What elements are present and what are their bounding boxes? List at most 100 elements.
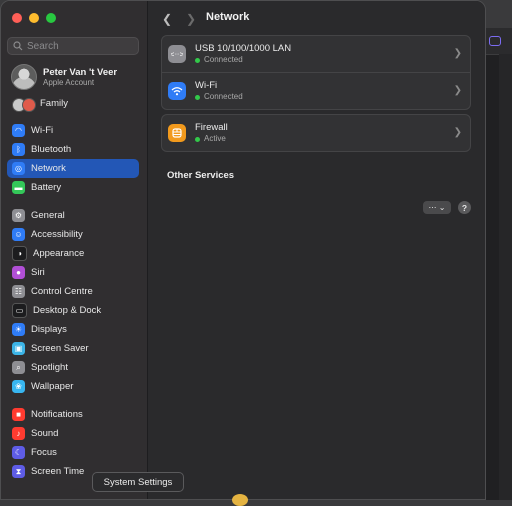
back-button[interactable]: ❮: [162, 12, 172, 26]
gear-icon: ⚙: [12, 209, 25, 222]
battery-icon: ▬: [12, 181, 25, 194]
account-item[interactable]: Peter Van 't Veer Apple Account: [11, 64, 117, 90]
sidebar-item-label: Wi-Fi: [31, 125, 54, 136]
family-icon: [12, 97, 38, 112]
sidebar-item-label: Screen Time: [31, 466, 85, 477]
main-content: ❮ ❯ Network <··> USB 10/100/1000 LAN Con…: [148, 1, 485, 499]
toolbar: ❮ ❯ Network: [148, 1, 485, 35]
sidebar-item-appearance[interactable]: ◑ Appearance: [7, 244, 139, 263]
dock-tooltip: System Settings: [92, 472, 184, 492]
sidebar-item-label: Spotlight: [31, 362, 68, 373]
sidebar-item-network[interactable]: ◎ Network: [7, 159, 139, 178]
sidebar-item-notifications[interactable]: ■ Notifications: [7, 405, 139, 424]
zoom-button[interactable]: [46, 13, 56, 23]
sidebar-item-wallpaper[interactable]: ❀ Wallpaper: [7, 377, 139, 396]
firewall-name: Firewall: [195, 122, 228, 133]
sidebar-item-desktop-dock[interactable]: ▭ Desktop & Dock: [7, 301, 139, 320]
window-controls: [12, 13, 56, 23]
spotlight-icon: ⌕: [12, 361, 25, 374]
sidebar-item-label: Appearance: [33, 248, 85, 259]
status-text: Active: [204, 134, 226, 143]
accessibility-icon: ☺: [12, 228, 25, 241]
screen-time-icon: ⧗: [12, 465, 25, 478]
service-name: USB 10/100/1000 LAN: [195, 43, 292, 54]
sidebar-item-label: Accessibility: [31, 229, 83, 240]
sidebar-item-label: Network: [31, 163, 66, 174]
sidebar-item-label: Siri: [31, 267, 45, 278]
help-button[interactable]: ?: [458, 201, 471, 214]
sidebar-item-label: Control Centre: [31, 286, 93, 297]
more-options-button[interactable]: ⋯ ⌄: [423, 201, 451, 214]
search-input[interactable]: [27, 40, 127, 52]
page-title: Network: [206, 11, 250, 23]
sidebar-item-wi-fi[interactable]: ◠ Wi-Fi: [7, 121, 139, 140]
globe-icon: ◎: [12, 162, 25, 175]
sidebar-item-label: Sound: [31, 428, 59, 439]
network-services-card: <··> USB 10/100/1000 LAN Connected ❯: [161, 35, 471, 110]
other-services-heading: Other Services: [167, 170, 235, 181]
account-subtitle: Apple Account: [43, 77, 95, 87]
forward-button[interactable]: ❯: [186, 12, 196, 26]
bluetooth-icon: ᛒ: [12, 143, 25, 156]
system-settings-dock-icon[interactable]: [232, 494, 248, 506]
sidebar-item-bluetooth[interactable]: ᛒ Bluetooth: [7, 140, 139, 159]
sidebar-item-label: Notifications: [31, 409, 83, 420]
sidebar-item-label: General: [31, 210, 65, 221]
sidebar-item-focus[interactable]: ☾ Focus: [7, 443, 139, 462]
sidebar-item-screen-saver[interactable]: ▣ Screen Saver: [7, 339, 139, 358]
sidebar-item-control-centre[interactable]: ☷ Control Centre: [7, 282, 139, 301]
service-status: Connected: [195, 92, 243, 102]
status-dot: [195, 57, 200, 63]
firewall-card: Firewall Active ❯: [161, 114, 471, 152]
status-dot: [195, 136, 200, 142]
sidebar-item-label: Family: [40, 98, 68, 109]
account-name: Peter Van 't Veer: [43, 66, 118, 78]
firewall-row[interactable]: Firewall Active ❯: [162, 115, 470, 151]
svg-text:<··>: <··>: [171, 51, 183, 59]
sidebar-item-spotlight[interactable]: ⌕ Spotlight: [7, 358, 139, 377]
service-name: Wi-Fi: [195, 80, 218, 91]
service-row-wifi[interactable]: Wi-Fi Connected ❯: [162, 72, 470, 109]
sound-icon: ♪: [12, 427, 25, 440]
sidebar-item-accessibility[interactable]: ☺ Accessibility: [7, 225, 139, 244]
sidebar-item-label: Battery: [31, 182, 62, 193]
sidebar-item-label: Focus: [31, 447, 57, 458]
status-dot: [195, 94, 200, 100]
wifi-icon: [168, 82, 186, 100]
service-status: Connected: [195, 55, 291, 65]
sidebar-item-label: Displays: [31, 324, 67, 335]
background-window-body: [499, 54, 512, 500]
search-icon: [13, 41, 23, 51]
sidebar-item-label: Screen Saver: [31, 343, 89, 354]
firewall-status: Active: [195, 134, 228, 144]
close-button[interactable]: [12, 13, 22, 23]
sidebar-item-sound[interactable]: ♪ Sound: [7, 424, 139, 443]
minimize-button[interactable]: [29, 13, 39, 23]
sidebar-item-family[interactable]: Family: [7, 94, 139, 113]
service-row-usb-lan[interactable]: <··> USB 10/100/1000 LAN Connected ❯: [162, 36, 470, 72]
ethernet-icon: <··>: [168, 45, 186, 63]
sidebar-item-displays[interactable]: ☀ Displays: [7, 320, 139, 339]
search-field[interactable]: [7, 37, 139, 55]
sidebar-item-siri[interactable]: ● Siri: [7, 263, 139, 282]
sidebar-item-general[interactable]: ⚙ General: [7, 206, 139, 225]
status-text: Connected: [204, 92, 243, 101]
wifi-icon: ◠: [12, 124, 25, 137]
chevron-right-icon: ❯: [453, 127, 462, 138]
focus-icon: ☾: [12, 446, 25, 459]
firewall-icon: [168, 124, 186, 142]
status-text: Connected: [204, 55, 243, 64]
screen-saver-icon: ▣: [12, 342, 25, 355]
avatar: [11, 64, 37, 90]
sidebar-item-label: Wallpaper: [31, 381, 74, 392]
background-window-icon: [489, 36, 501, 46]
sidebar-item-label: Bluetooth: [31, 144, 72, 155]
control-centre-icon: ☷: [12, 285, 25, 298]
displays-icon: ☀: [12, 323, 25, 336]
notifications-icon: ■: [12, 408, 25, 421]
chevron-right-icon: ❯: [453, 48, 462, 59]
sidebar-item-battery[interactable]: ▬ Battery: [7, 178, 139, 197]
system-settings-window: Peter Van 't Veer Apple Account Family ◠…: [0, 0, 486, 500]
sidebar-item-label: Desktop & Dock: [33, 305, 102, 316]
siri-icon: ●: [12, 266, 25, 279]
